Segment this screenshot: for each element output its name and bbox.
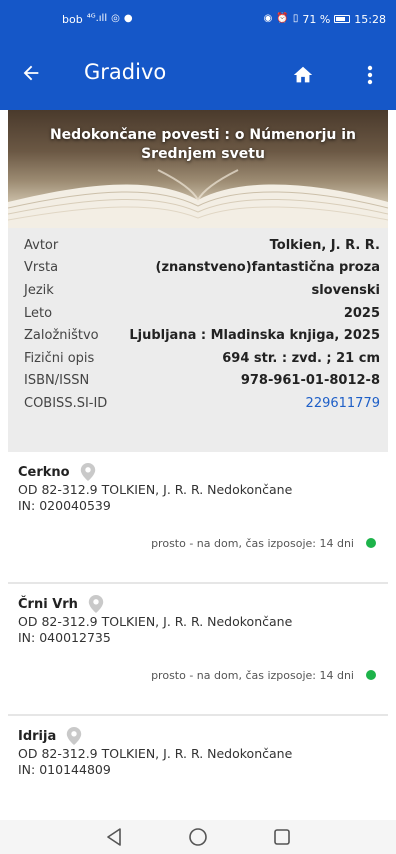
detail-value: 978-961-01-8012-8 — [240, 373, 380, 389]
nav-home-button[interactable] — [186, 825, 210, 849]
call-number: OD 82-312.9 TOLKIEN, J. R. R. Nedokončan… — [18, 614, 293, 629]
detail-label: COBISS.SI-ID — [24, 395, 108, 411]
detail-label: ISBN/ISSN — [24, 373, 90, 389]
holding-header: Črni Vrh — [18, 594, 378, 614]
status-right: ◉ ⏰ ▯ 71 % 15:28 — [264, 0, 386, 38]
inventory-number: IN: 020040539 — [18, 498, 111, 513]
inventory-number: IN: 040012735 — [18, 630, 111, 645]
detail-row-cobiss: COBISS.SI-ID 229611779 — [8, 392, 388, 415]
square-recents-icon — [274, 829, 290, 845]
list-item[interactable]: Idrija OD 82-312.9 TOLKIEN, J. R. R. Ned… — [8, 716, 388, 820]
detail-label: Fizični opis — [24, 350, 95, 366]
detail-value: Tolkien, J. R. R. — [269, 237, 380, 253]
messenger-icon: ● — [123, 13, 133, 24]
detail-label: Vrsta — [24, 260, 59, 276]
back-button[interactable] — [16, 58, 46, 88]
holding-header: Cerkno — [18, 462, 378, 482]
arrow-left-icon — [23, 65, 39, 81]
detail-label: Avtor — [24, 237, 59, 253]
status-text: prosto - na dom, čas izposoje: 14 dni — [151, 668, 354, 682]
holding-location: Črni Vrh — [18, 596, 78, 612]
details-panel: Avtor Tolkien, J. R. R. Vrsta (znanstven… — [8, 228, 388, 452]
detail-label: Leto — [24, 305, 53, 321]
map-pin-icon[interactable] — [66, 727, 82, 745]
circle-home-icon — [189, 828, 207, 846]
holding-location: Idrija — [18, 728, 57, 744]
home-icon — [293, 66, 313, 83]
cobiss-id-link[interactable]: 229611779 — [306, 396, 380, 411]
holding-location: Cerkno — [18, 464, 70, 480]
detail-label: Jezik — [24, 282, 54, 298]
holding-header: Idrija — [18, 726, 378, 746]
detail-row-physical: Fizični opis 694 str. : zvd. ; 21 cm — [8, 347, 388, 370]
cover-banner: Nedokončane povesti : o Númenorju in Sre… — [8, 110, 388, 228]
system-nav-bar — [0, 820, 396, 854]
status-bar: bob ⁴ᴳ.ıll ◎ ● ◉ ⏰ ▯ 71 % 15:28 — [0, 0, 396, 38]
home-button[interactable] — [288, 60, 318, 90]
screenshot-icon: ◎ — [111, 13, 120, 24]
vibrate-icon: ▯ — [292, 13, 299, 24]
battery-icon — [334, 15, 351, 23]
map-pin-icon[interactable] — [88, 595, 104, 613]
more-menu-button[interactable] — [358, 60, 382, 90]
triangle-back-icon — [107, 828, 121, 846]
detail-value: 2025 — [343, 305, 380, 321]
holdings-list: Cerkno OD 82-312.9 TOLKIEN, J. R. R. Ned… — [8, 452, 388, 820]
detail-label: Založništvo — [24, 328, 99, 344]
detail-row-publisher: Založništvo Ljubljana : Mladinska knjiga… — [8, 324, 388, 347]
book-title: Nedokončane povesti : o Númenorju in Sre… — [49, 127, 357, 162]
page-title: Gradivo — [84, 60, 167, 84]
status-text: prosto - na dom, čas izposoje: 14 dni — [151, 536, 354, 550]
call-number: OD 82-312.9 TOLKIEN, J. R. R. Nedokončan… — [18, 746, 293, 761]
more-vertical-icon — [367, 65, 373, 85]
availability-status: prosto - na dom, čas izposoje: 14 dni — [18, 532, 378, 554]
detail-value: (znanstveno)fantastična proza — [155, 260, 381, 276]
available-dot-icon — [366, 670, 376, 680]
eye-icon: ◉ — [263, 13, 273, 24]
detail-value: slovenski — [311, 282, 380, 298]
list-item[interactable]: Črni Vrh OD 82-312.9 TOLKIEN, J. R. R. N… — [8, 584, 388, 716]
detail-value: Ljubljana : Mladinska knjiga, 2025 — [129, 328, 380, 344]
detail-row-isbn: ISBN/ISSN 978-961-01-8012-8 — [8, 370, 388, 393]
detail-row-language: Jezik slovenski — [8, 279, 388, 302]
detail-row-author: Avtor Tolkien, J. R. R. — [8, 234, 388, 257]
alarm-icon: ⏰ — [276, 13, 289, 24]
battery-percent: 71 % — [302, 12, 331, 26]
detail-row-type: Vrsta (znanstveno)fantastična proza — [8, 257, 388, 280]
list-item[interactable]: Cerkno OD 82-312.9 TOLKIEN, J. R. R. Ned… — [8, 452, 388, 584]
signal-icon: ⁴ᴳ.ıll — [86, 13, 108, 24]
carrier-label: bob — [62, 12, 83, 26]
map-pin-icon[interactable] — [80, 463, 96, 481]
available-dot-icon — [366, 538, 376, 548]
availability-status: prosto - na dom, čas izposoje: 14 dni — [18, 664, 378, 686]
clock: 15:28 — [354, 12, 386, 26]
detail-row-year: Leto 2025 — [8, 302, 388, 325]
inventory-number: IN: 010144809 — [18, 762, 111, 777]
detail-value: 694 str. : zvd. ; 21 cm — [222, 350, 380, 366]
status-left: bob ⁴ᴳ.ıll ◎ ● — [62, 0, 133, 38]
nav-back-button[interactable] — [102, 825, 126, 849]
app-bar: Gradivo — [0, 38, 396, 110]
call-number: OD 82-312.9 TOLKIEN, J. R. R. Nedokončan… — [18, 482, 293, 497]
nav-recents-button[interactable] — [270, 825, 294, 849]
